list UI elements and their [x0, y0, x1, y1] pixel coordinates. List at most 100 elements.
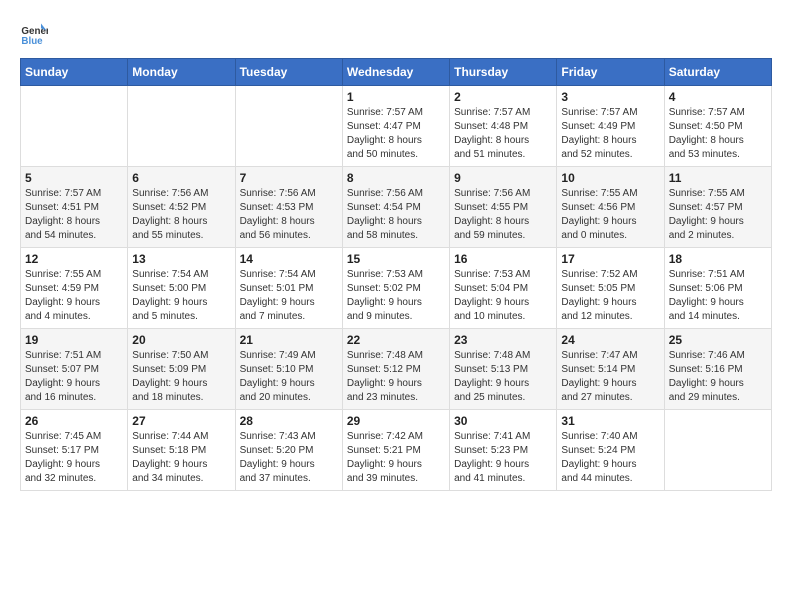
day-number: 29: [347, 414, 445, 428]
day-info: Sunrise: 7:57 AM Sunset: 4:49 PM Dayligh…: [561, 106, 659, 162]
calendar-cell: 2 Sunrise: 7:57 AM Sunset: 4:48 PM Daylig…: [450, 86, 557, 167]
calendar-cell: 24 Sunrise: 7:47 AM Sunset: 5:14 PM Dayli…: [557, 329, 664, 410]
calendar-cell: 10 Sunrise: 7:55 AM Sunset: 4:56 PM Dayli…: [557, 167, 664, 248]
calendar-cell: [128, 86, 235, 167]
calendar-cell: 28Sunrise: 7:43 AM Sunset: 5:20 PM Dayli…: [235, 410, 342, 491]
day-info: Sunrise: 7:51 AM Sunset: 5:07 PM Dayligh…: [25, 349, 123, 405]
header-sunday: Sunday: [21, 59, 128, 86]
day-number: 26: [25, 414, 123, 428]
calendar-week-row: 26 Sunrise: 7:45 AM Sunset: 5:17 PM Dayli…: [21, 410, 772, 491]
day-info: Sunrise: 7:41 AM Sunset: 5:23 PM Dayligh…: [454, 430, 552, 486]
day-number: 24: [561, 333, 659, 347]
calendar-cell: 5Sunrise: 7:57 AM Sunset: 4:51 PM Daylig…: [21, 167, 128, 248]
day-number: 10: [561, 171, 659, 185]
day-number: 11: [669, 171, 767, 185]
calendar-cell: 25 Sunrise: 7:46 AM Sunset: 5:16 PM Dayli…: [664, 329, 771, 410]
day-number: 1: [347, 90, 445, 104]
day-info: Sunrise: 7:56 AM Sunset: 4:53 PM Dayligh…: [240, 187, 338, 243]
header-saturday: Saturday: [664, 59, 771, 86]
day-info: Sunrise: 7:44 AM Sunset: 5:18 PM Dayligh…: [132, 430, 230, 486]
day-info: Sunrise: 7:56 AM Sunset: 4:54 PM Dayligh…: [347, 187, 445, 243]
header-wednesday: Wednesday: [342, 59, 449, 86]
calendar-cell: 23Sunrise: 7:48 AM Sunset: 5:13 PM Dayli…: [450, 329, 557, 410]
day-number: 12: [25, 252, 123, 266]
day-info: Sunrise: 7:50 AM Sunset: 5:09 PM Dayligh…: [132, 349, 230, 405]
logo-icon: General Blue: [20, 20, 48, 48]
day-info: Sunrise: 7:54 AM Sunset: 5:01 PM Dayligh…: [240, 268, 338, 324]
day-number: 4: [669, 90, 767, 104]
calendar-table: SundayMondayTuesdayWednesdayThursdayFrid…: [20, 58, 772, 491]
day-number: 2: [454, 90, 552, 104]
day-info: Sunrise: 7:57 AM Sunset: 4:47 PM Dayligh…: [347, 106, 445, 162]
day-info: Sunrise: 7:42 AM Sunset: 5:21 PM Dayligh…: [347, 430, 445, 486]
calendar-cell: 8 Sunrise: 7:56 AM Sunset: 4:54 PM Daylig…: [342, 167, 449, 248]
day-info: Sunrise: 7:47 AM Sunset: 5:14 PM Dayligh…: [561, 349, 659, 405]
day-info: Sunrise: 7:53 AM Sunset: 5:04 PM Dayligh…: [454, 268, 552, 324]
day-number: 7: [240, 171, 338, 185]
day-info: Sunrise: 7:57 AM Sunset: 4:50 PM Dayligh…: [669, 106, 767, 162]
day-number: 13: [132, 252, 230, 266]
day-number: 30: [454, 414, 552, 428]
calendar-cell: 31 Sunrise: 7:40 AM Sunset: 5:24 PM Dayli…: [557, 410, 664, 491]
day-info: Sunrise: 7:56 AM Sunset: 4:52 PM Dayligh…: [132, 187, 230, 243]
day-number: 28: [240, 414, 338, 428]
calendar-cell: 21Sunrise: 7:49 AM Sunset: 5:10 PM Dayli…: [235, 329, 342, 410]
logo: General Blue: [20, 20, 52, 48]
header-tuesday: Tuesday: [235, 59, 342, 86]
day-info: Sunrise: 7:56 AM Sunset: 4:55 PM Dayligh…: [454, 187, 552, 243]
calendar-cell: 11 Sunrise: 7:55 AM Sunset: 4:57 PM Dayli…: [664, 167, 771, 248]
day-number: 16: [454, 252, 552, 266]
day-info: Sunrise: 7:52 AM Sunset: 5:05 PM Dayligh…: [561, 268, 659, 324]
calendar-header-row: SundayMondayTuesdayWednesdayThursdayFrid…: [21, 59, 772, 86]
calendar-cell: 1 Sunrise: 7:57 AM Sunset: 4:47 PM Daylig…: [342, 86, 449, 167]
day-info: Sunrise: 7:55 AM Sunset: 4:59 PM Dayligh…: [25, 268, 123, 324]
calendar-cell: 12 Sunrise: 7:55 AM Sunset: 4:59 PM Dayli…: [21, 248, 128, 329]
header-friday: Friday: [557, 59, 664, 86]
day-number: 20: [132, 333, 230, 347]
calendar-cell: 15 Sunrise: 7:53 AM Sunset: 5:02 PM Dayli…: [342, 248, 449, 329]
day-info: Sunrise: 7:48 AM Sunset: 5:12 PM Dayligh…: [347, 349, 445, 405]
header-monday: Monday: [128, 59, 235, 86]
calendar-cell: 6 Sunrise: 7:56 AM Sunset: 4:52 PM Daylig…: [128, 167, 235, 248]
day-info: Sunrise: 7:55 AM Sunset: 4:56 PM Dayligh…: [561, 187, 659, 243]
day-number: 27: [132, 414, 230, 428]
day-number: 8: [347, 171, 445, 185]
day-info: Sunrise: 7:53 AM Sunset: 5:02 PM Dayligh…: [347, 268, 445, 324]
calendar-cell: 29 Sunrise: 7:42 AM Sunset: 5:21 PM Dayli…: [342, 410, 449, 491]
calendar-cell: [664, 410, 771, 491]
day-number: 17: [561, 252, 659, 266]
day-info: Sunrise: 7:40 AM Sunset: 5:24 PM Dayligh…: [561, 430, 659, 486]
page-header: General Blue: [20, 20, 772, 48]
day-number: 6: [132, 171, 230, 185]
day-number: 18: [669, 252, 767, 266]
calendar-week-row: 12 Sunrise: 7:55 AM Sunset: 4:59 PM Dayli…: [21, 248, 772, 329]
day-info: Sunrise: 7:55 AM Sunset: 4:57 PM Dayligh…: [669, 187, 767, 243]
calendar-cell: [235, 86, 342, 167]
calendar-cell: 20 Sunrise: 7:50 AM Sunset: 5:09 PM Dayli…: [128, 329, 235, 410]
calendar-cell: 19Sunrise: 7:51 AM Sunset: 5:07 PM Dayli…: [21, 329, 128, 410]
calendar-cell: 17 Sunrise: 7:52 AM Sunset: 5:05 PM Dayli…: [557, 248, 664, 329]
day-info: Sunrise: 7:54 AM Sunset: 5:00 PM Dayligh…: [132, 268, 230, 324]
day-info: Sunrise: 7:46 AM Sunset: 5:16 PM Dayligh…: [669, 349, 767, 405]
calendar-cell: 9 Sunrise: 7:56 AM Sunset: 4:55 PM Daylig…: [450, 167, 557, 248]
day-number: 15: [347, 252, 445, 266]
calendar-cell: 26 Sunrise: 7:45 AM Sunset: 5:17 PM Dayli…: [21, 410, 128, 491]
calendar-cell: 27 Sunrise: 7:44 AM Sunset: 5:18 PM Dayli…: [128, 410, 235, 491]
day-number: 3: [561, 90, 659, 104]
calendar-week-row: 19Sunrise: 7:51 AM Sunset: 5:07 PM Dayli…: [21, 329, 772, 410]
day-number: 25: [669, 333, 767, 347]
calendar-cell: [21, 86, 128, 167]
day-number: 31: [561, 414, 659, 428]
day-info: Sunrise: 7:57 AM Sunset: 4:48 PM Dayligh…: [454, 106, 552, 162]
calendar-cell: 30 Sunrise: 7:41 AM Sunset: 5:23 PM Dayli…: [450, 410, 557, 491]
calendar-cell: 13 Sunrise: 7:54 AM Sunset: 5:00 PM Dayli…: [128, 248, 235, 329]
day-number: 22: [347, 333, 445, 347]
header-thursday: Thursday: [450, 59, 557, 86]
day-number: 9: [454, 171, 552, 185]
calendar-cell: 3 Sunrise: 7:57 AM Sunset: 4:49 PM Daylig…: [557, 86, 664, 167]
day-number: 23: [454, 333, 552, 347]
day-number: 14: [240, 252, 338, 266]
calendar-cell: 22 Sunrise: 7:48 AM Sunset: 5:12 PM Dayli…: [342, 329, 449, 410]
day-info: Sunrise: 7:45 AM Sunset: 5:17 PM Dayligh…: [25, 430, 123, 486]
day-number: 21: [240, 333, 338, 347]
